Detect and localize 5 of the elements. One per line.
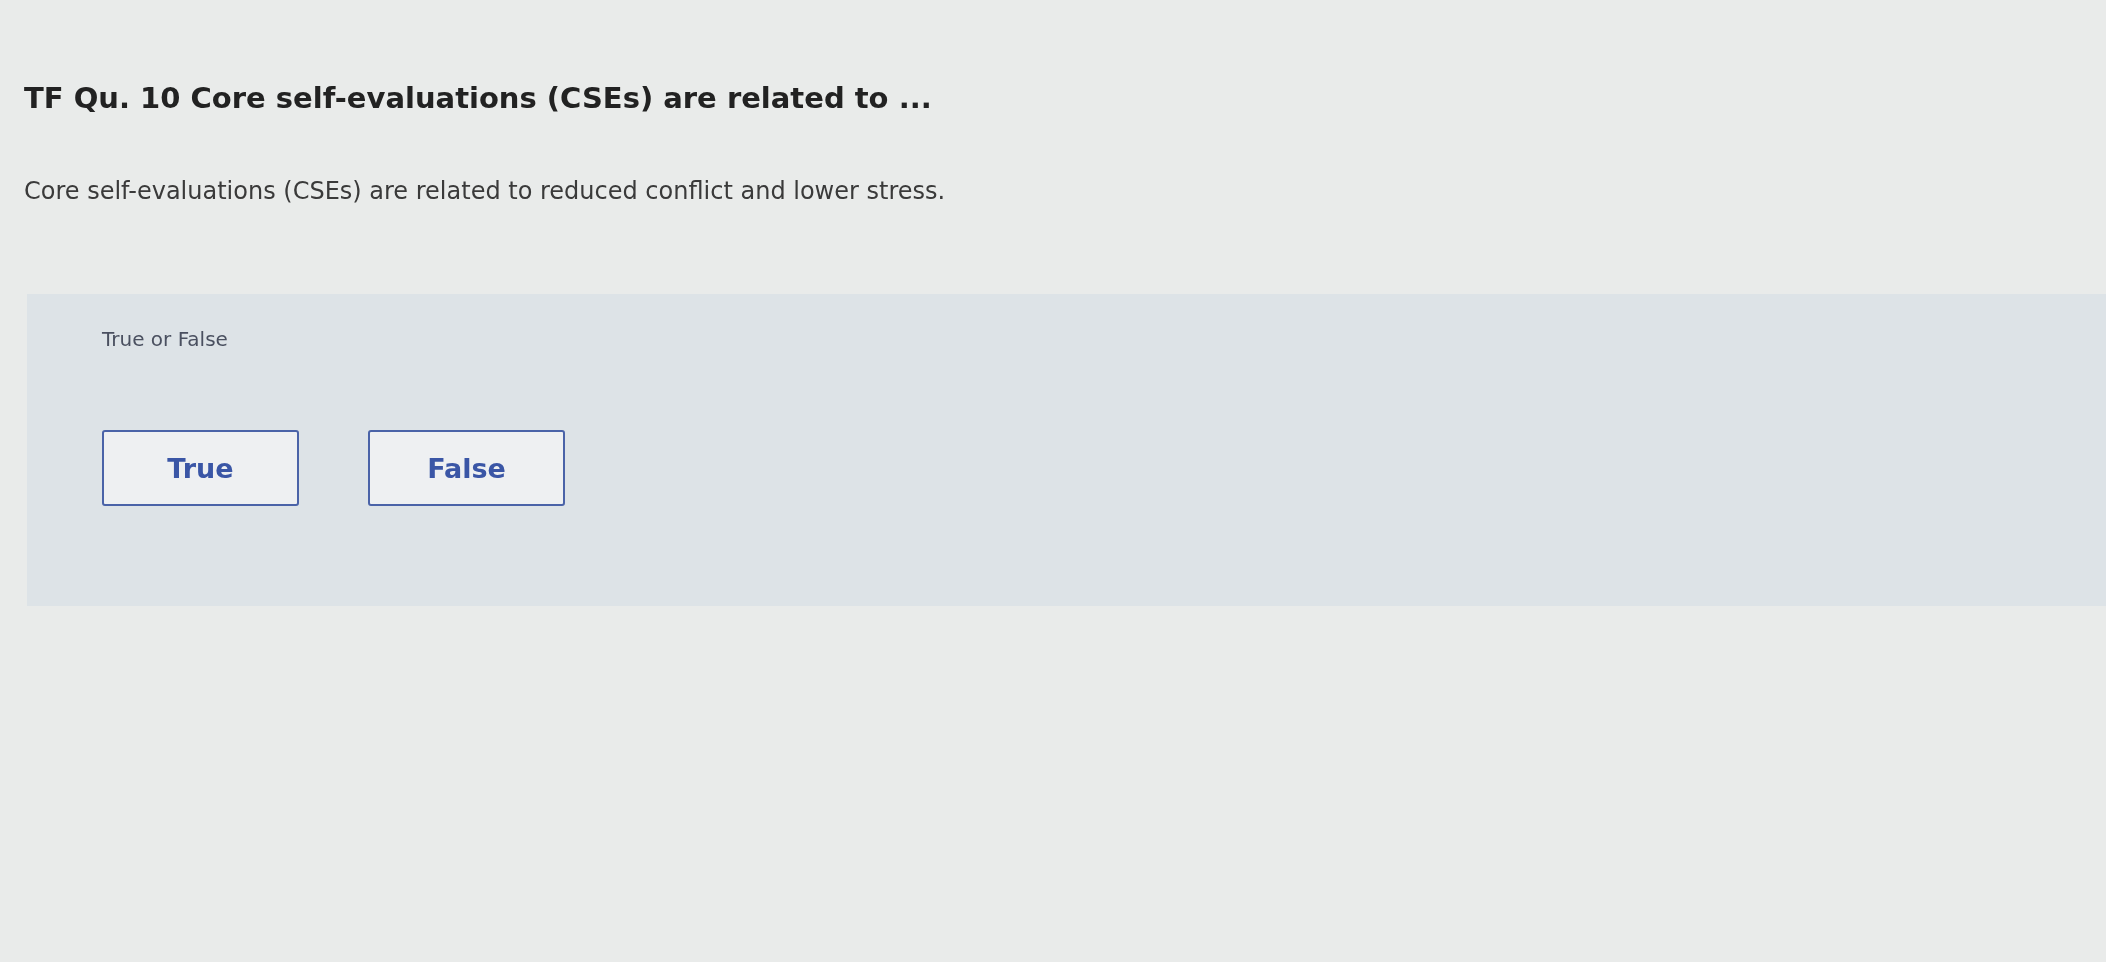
answer-option-button[interactable]: False: [368, 430, 565, 506]
answer-option-button[interactable]: True: [102, 430, 299, 506]
question-statement: Core self-evaluations (CSEs) are related to reduced conflict and lower stress.: [24, 176, 947, 207]
question-title: TF Qu. 10 Core self-evaluations (CSEs) are related to ...: [24, 80, 933, 117]
answer-prompt: True or False: [102, 326, 229, 353]
